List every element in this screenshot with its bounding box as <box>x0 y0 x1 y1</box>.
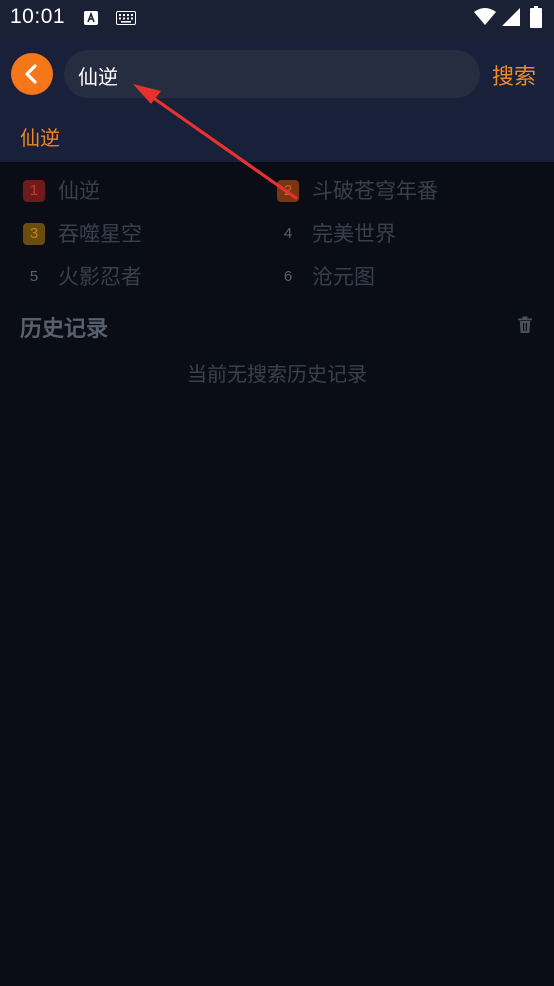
hot-search-title: 吞噬星空 <box>58 222 142 246</box>
chevron-left-icon <box>25 64 37 84</box>
search-button[interactable]: 搜索 <box>492 59 536 91</box>
signal-icon <box>502 8 520 26</box>
history-empty-text: 当前无搜索历史记录 <box>187 362 367 386</box>
suggestion-item[interactable]: 仙逆 <box>20 122 60 151</box>
a-notification-icon <box>84 11 98 25</box>
rank-badge: 1 <box>23 180 45 202</box>
search-input[interactable]: 仙逆 <box>78 61 118 90</box>
trash-icon[interactable] <box>517 316 533 334</box>
hot-search-title: 仙逆 <box>58 179 100 203</box>
app-screen: 10:01 仙逆 搜索 仙逆 1 仙逆 2 斗破苍穹年番 3 吞噬星空 4 完美… <box>0 0 554 986</box>
rank-badge: 2 <box>277 180 299 202</box>
hot-search-title: 火影忍者 <box>58 265 142 289</box>
keyboard-icon <box>116 11 136 25</box>
status-bar: 10:01 <box>0 0 554 40</box>
hot-search-title: 斗破苍穹年番 <box>312 179 438 203</box>
wifi-icon <box>474 8 496 25</box>
rank-badge: 5 <box>29 268 39 285</box>
rank-badge: 3 <box>23 223 45 245</box>
hot-search-title: 沧元图 <box>312 265 375 289</box>
battery-icon <box>530 6 542 28</box>
search-box[interactable]: 仙逆 <box>64 50 480 98</box>
history-title: 历史记录 <box>20 317 109 342</box>
status-time: 10:01 <box>10 5 66 28</box>
rank-badge: 6 <box>283 268 293 285</box>
search-header: 仙逆 搜索 仙逆 <box>0 40 554 162</box>
back-button[interactable] <box>11 53 53 95</box>
rank-badge: 4 <box>283 225 293 242</box>
hot-search-title: 完美世界 <box>312 222 396 246</box>
